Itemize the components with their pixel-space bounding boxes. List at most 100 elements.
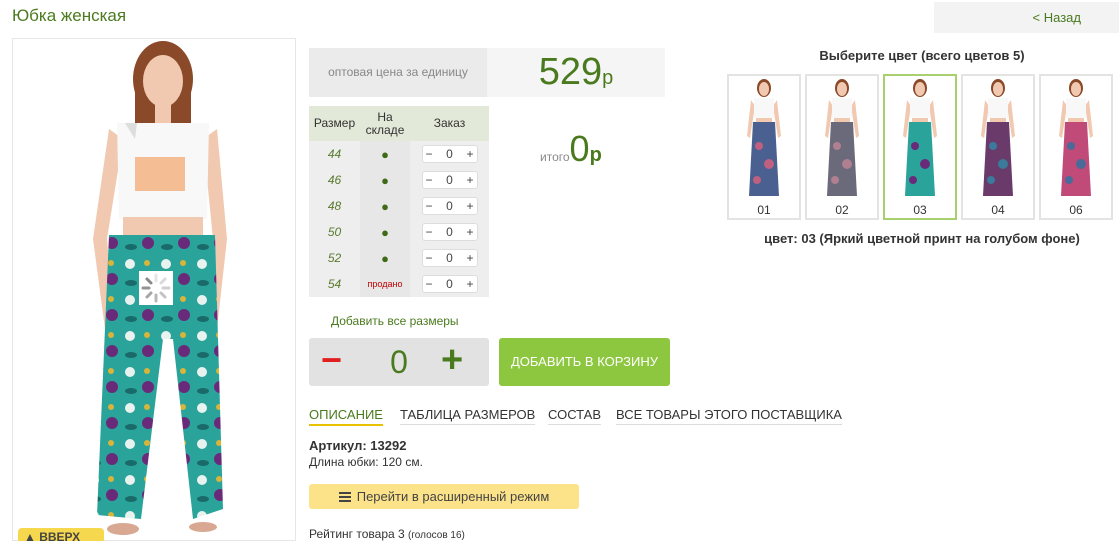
plus-button[interactable]: + xyxy=(466,146,473,162)
order-cell: − 0 + xyxy=(410,219,489,245)
add-all-sizes-link[interactable]: Добавить все размеры xyxy=(331,314,459,328)
quantity-value[interactable]: 0 xyxy=(446,276,453,292)
sold-out-label: продано xyxy=(360,271,410,297)
tab-supplier-products[interactable]: ВСЕ ТОВАРЫ ЭТОГО ПОСТАВЩИКА xyxy=(616,407,842,425)
column-header-size: Размер xyxy=(309,106,360,141)
quantity-value[interactable]: 0 xyxy=(446,146,453,162)
rating-text: Рейтинг товара 3 xyxy=(309,527,405,541)
minus-button[interactable]: − xyxy=(426,198,433,214)
extended-mode-button[interactable]: Перейти в расширенный режим xyxy=(309,484,579,509)
minus-button[interactable]: − xyxy=(426,146,433,162)
color-picker-title: Выберите цвет (всего цветов 5) xyxy=(819,48,1025,63)
back-link[interactable]: < Назад xyxy=(1033,10,1081,25)
skirt-length: Длина юбки: 120 см. xyxy=(309,455,423,469)
tab-composition[interactable]: СОСТАВ xyxy=(548,407,602,425)
swatch-thumbnail xyxy=(747,79,781,196)
price-value: 529р xyxy=(487,48,665,97)
stock-indicator: ● xyxy=(360,219,410,245)
price-label: оптовая цена за единицу xyxy=(309,48,487,97)
size-cell: 44 xyxy=(309,141,360,167)
swatch-label: 02 xyxy=(835,203,849,217)
price-currency: р xyxy=(602,67,614,89)
price-number: 529 xyxy=(538,51,603,93)
swatch-thumbnail xyxy=(825,79,859,196)
color-swatch-01[interactable]: 01 xyxy=(727,74,801,220)
color-swatch-03[interactable]: 03 xyxy=(883,74,957,220)
table-row: 46 ● − 0 + xyxy=(309,167,489,193)
swatch-label: 06 xyxy=(1069,203,1083,217)
order-cell: − 0 + xyxy=(410,167,489,193)
tab-description[interactable]: ОПИСАНИЕ xyxy=(309,407,383,426)
page-title: Юбка женская xyxy=(12,6,127,25)
order-cell: − 0 + xyxy=(410,193,489,219)
price-block: оптовая цена за единицу 529р xyxy=(309,48,665,97)
plus-button[interactable]: + xyxy=(466,224,473,240)
product-photo[interactable] xyxy=(12,38,296,541)
quantity-value[interactable]: 0 xyxy=(446,198,453,214)
quantity-value[interactable]: 0 xyxy=(446,224,453,240)
add-to-cart-button[interactable]: ДОБАВИТЬ В КОРЗИНУ xyxy=(499,338,670,386)
scroll-up-button[interactable]: ▲ ВВЕРХ xyxy=(18,528,104,541)
size-order-table: Размер На складе Заказ 44 ● − 0 + 46 ● − xyxy=(309,106,489,297)
size-cell: 50 xyxy=(309,219,360,245)
quantity-value[interactable]: 0 xyxy=(446,250,453,266)
plus-button[interactable]: + xyxy=(466,250,473,266)
order-cell: − 0 + xyxy=(410,245,489,271)
minus-button[interactable]: − xyxy=(426,276,433,292)
table-row: 54 продано − 0 + xyxy=(309,271,489,297)
stock-indicator: ● xyxy=(360,193,410,219)
swatch-label: 01 xyxy=(757,203,771,217)
order-total: итого0р xyxy=(540,128,602,170)
quantity-value[interactable]: 0 xyxy=(446,172,453,188)
plus-button[interactable]: + xyxy=(466,276,473,292)
bulk-plus-button[interactable]: + xyxy=(441,338,463,382)
swatch-label: 04 xyxy=(991,203,1005,217)
total-label: итого xyxy=(540,150,570,164)
column-header-stock: На складе xyxy=(360,106,410,141)
product-rating: Рейтинг товара 3 (голосов 16) xyxy=(309,527,465,541)
table-row: 50 ● − 0 + xyxy=(309,219,489,245)
size-cell: 54 xyxy=(309,271,360,297)
order-cell: − 0 + xyxy=(410,271,489,297)
swatch-thumbnail xyxy=(1059,79,1093,196)
selected-color-caption: цвет: 03 (Яркий цветной принт на голубом… xyxy=(764,231,1080,246)
swatch-thumbnail xyxy=(903,79,937,196)
quantity-stepper: − 0 + xyxy=(421,197,478,215)
quantity-stepper: − 0 + xyxy=(421,171,478,189)
stock-indicator: ● xyxy=(360,245,410,271)
size-cell: 46 xyxy=(309,167,360,193)
table-row: 44 ● − 0 + xyxy=(309,141,489,167)
color-swatch-02[interactable]: 02 xyxy=(805,74,879,220)
swatch-label: 03 xyxy=(913,203,927,217)
bulk-quantity-value[interactable]: 0 xyxy=(379,342,419,382)
quantity-stepper: − 0 + xyxy=(421,145,478,163)
rating-votes: (голосов 16) xyxy=(408,530,465,541)
quantity-stepper: − 0 + xyxy=(421,249,478,267)
extended-mode-label: Перейти в расширенный режим xyxy=(356,489,550,504)
loading-spinner-icon xyxy=(139,271,173,305)
size-cell: 48 xyxy=(309,193,360,219)
color-swatch-04[interactable]: 04 xyxy=(961,74,1035,220)
article-number: Артикул: 13292 xyxy=(309,438,407,453)
total-value: 0 xyxy=(569,128,590,169)
back-bar: < Назад xyxy=(934,2,1119,33)
plus-button[interactable]: + xyxy=(466,198,473,214)
stock-indicator: ● xyxy=(360,141,410,167)
stock-indicator: ● xyxy=(360,167,410,193)
color-swatch-06[interactable]: 06 xyxy=(1039,74,1113,220)
size-cell: 52 xyxy=(309,245,360,271)
swatch-thumbnail xyxy=(981,79,1015,196)
tab-size-chart[interactable]: ТАБЛИЦА РАЗМЕРОВ xyxy=(400,407,536,425)
quantity-stepper: − 0 + xyxy=(421,275,478,293)
plus-button[interactable]: + xyxy=(466,172,473,188)
bulk-quantity-stepper: − 0 + xyxy=(309,338,489,386)
color-swatches: 01 02 03 04 06 xyxy=(727,74,1117,220)
minus-button[interactable]: − xyxy=(426,250,433,266)
table-row: 48 ● − 0 + xyxy=(309,193,489,219)
minus-button[interactable]: − xyxy=(426,224,433,240)
minus-button[interactable]: − xyxy=(426,172,433,188)
bulk-minus-button[interactable]: − xyxy=(321,340,342,380)
total-currency: р xyxy=(589,144,602,166)
table-row: 52 ● − 0 + xyxy=(309,245,489,271)
order-cell: − 0 + xyxy=(410,141,489,167)
